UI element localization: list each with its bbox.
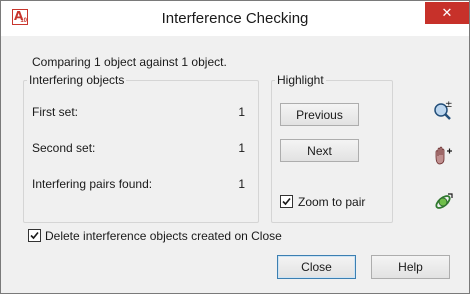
zoom-realtime-icon: ± bbox=[434, 100, 453, 120]
first-set-label: First set: bbox=[32, 105, 79, 119]
interfering-pairs-label: Interfering pairs found: bbox=[32, 177, 153, 191]
interference-checking-dialog: A 10 Interference Checking ✕ Comparing 1… bbox=[0, 0, 470, 294]
second-set-label: Second set: bbox=[32, 141, 96, 155]
first-set-value: 1 bbox=[238, 105, 245, 119]
interfering-objects-legend: Interfering objects bbox=[29, 73, 125, 87]
orbit-button[interactable] bbox=[429, 188, 455, 214]
checkmark-icon bbox=[30, 231, 39, 240]
pan-button[interactable] bbox=[429, 142, 455, 168]
zoom-realtime-button[interactable]: ± bbox=[429, 96, 455, 122]
title-bar[interactable]: A 10 Interference Checking ✕ bbox=[1, 1, 469, 36]
previous-button[interactable]: Previous bbox=[280, 103, 359, 126]
window-title: Interference Checking bbox=[161, 10, 309, 27]
interfering-pairs-value: 1 bbox=[238, 177, 245, 191]
pan-hand-icon bbox=[435, 146, 452, 165]
close-button[interactable]: Close bbox=[277, 255, 356, 279]
second-set-value: 1 bbox=[238, 141, 245, 155]
zoom-to-pair-checkbox[interactable] bbox=[280, 195, 293, 208]
next-button[interactable]: Next bbox=[280, 139, 359, 162]
svg-text:±: ± bbox=[445, 100, 453, 110]
status-text: Comparing 1 object against 1 object. bbox=[32, 55, 227, 69]
delete-interference-label[interactable]: Delete interference objects created on C… bbox=[45, 229, 282, 243]
highlight-legend: Highlight bbox=[277, 73, 324, 87]
help-button[interactable]: Help bbox=[371, 255, 450, 279]
zoom-to-pair-label[interactable]: Zoom to pair bbox=[298, 195, 365, 209]
orbit-icon bbox=[435, 193, 453, 209]
close-icon: ✕ bbox=[441, 5, 453, 20]
delete-interference-checkbox[interactable] bbox=[28, 229, 41, 242]
window-close-button[interactable]: ✕ bbox=[425, 2, 469, 24]
checkmark-icon bbox=[282, 197, 291, 206]
